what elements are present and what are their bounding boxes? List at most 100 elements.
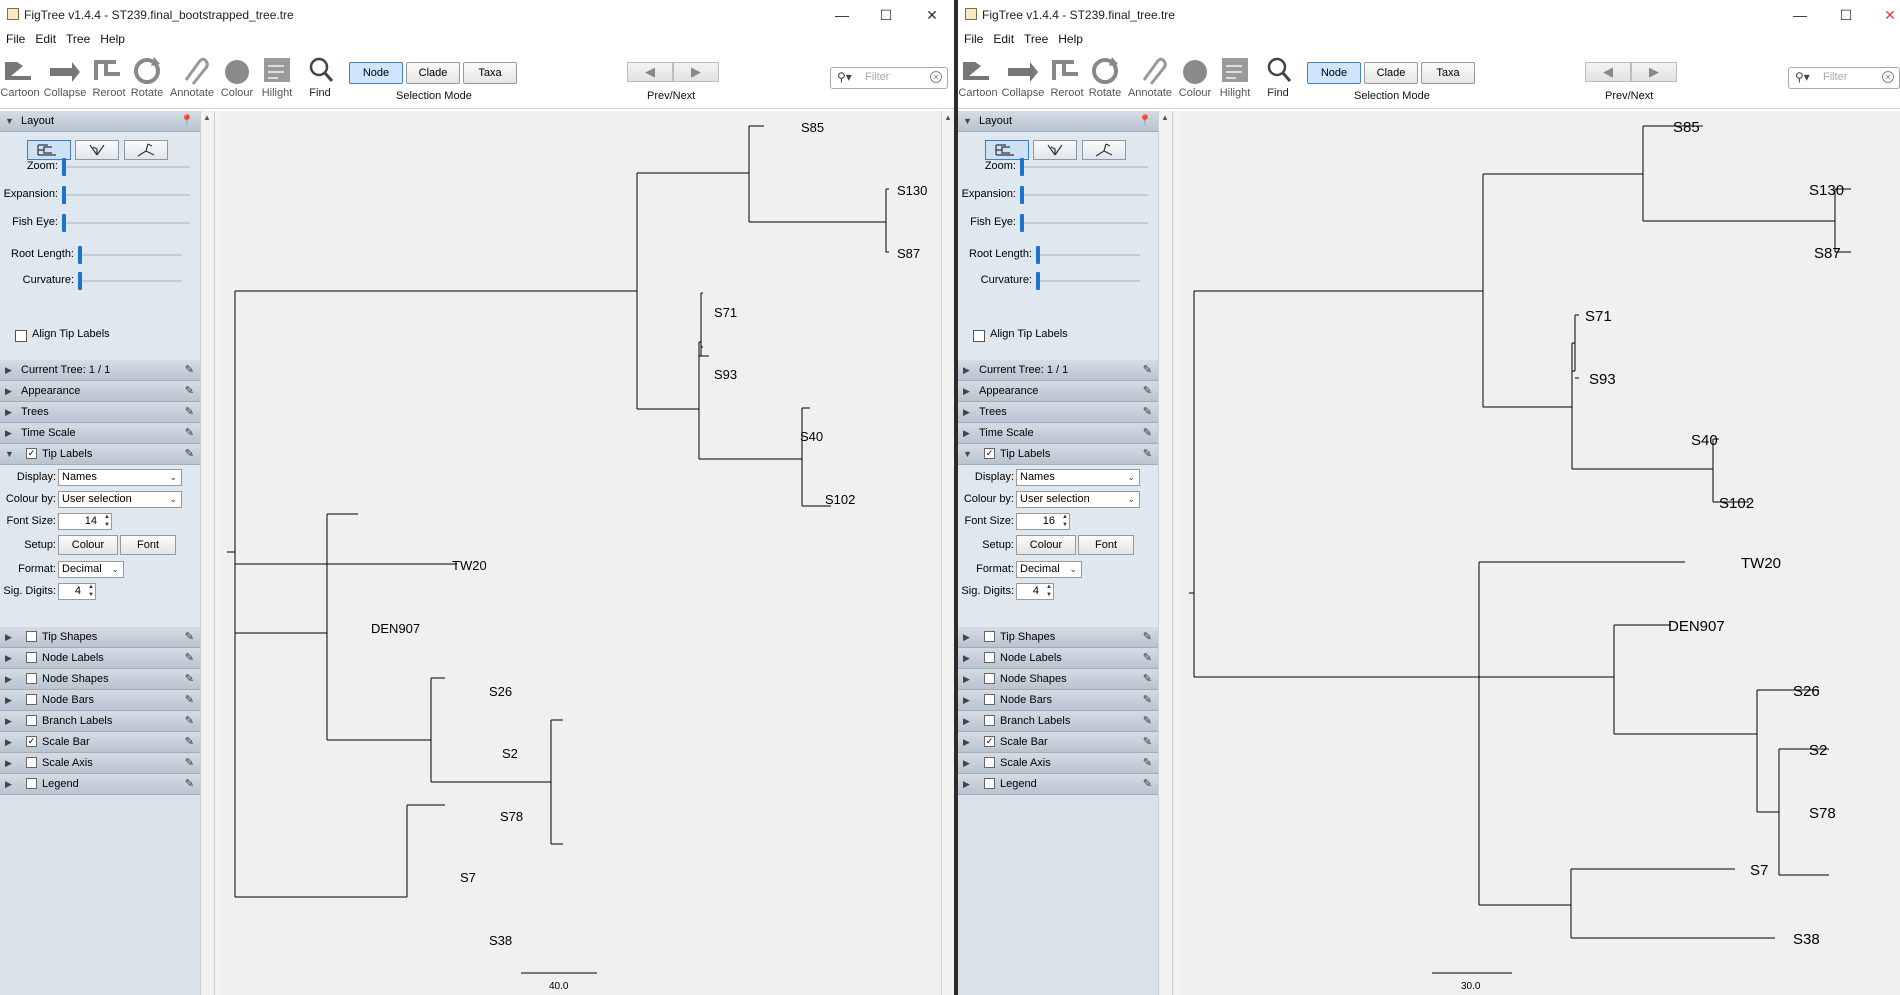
section-checkbox[interactable] — [26, 715, 37, 726]
mode-clade-button[interactable]: Clade — [406, 62, 460, 84]
scale-axis-header[interactable]: ▶ Scale Axis ✎ — [958, 753, 1158, 774]
pin-icon[interactable]: ✎ — [1143, 690, 1152, 710]
pin-icon[interactable]: ✎ — [185, 381, 194, 401]
align-tip-labels-checkbox[interactable] — [973, 330, 985, 342]
spin-down-icon[interactable]: ▼ — [1046, 592, 1052, 599]
pin-icon[interactable]: 📍 — [1138, 111, 1152, 131]
fisheye-slider[interactable] — [1020, 214, 1148, 232]
maximize-button[interactable]: ☐ — [1824, 2, 1868, 28]
annotate-button[interactable]: Annotate — [169, 54, 215, 99]
pin-icon[interactable]: ✎ — [1143, 711, 1152, 731]
pin-icon[interactable]: ✎ — [1143, 381, 1152, 401]
spin-up-icon[interactable]: ▲ — [88, 584, 94, 591]
tip-label[interactable]: S78 — [500, 809, 523, 824]
tip-label[interactable]: S7 — [460, 870, 476, 885]
rectangular-layout-button[interactable] — [27, 140, 71, 160]
annotate-button[interactable]: Annotate — [1127, 54, 1173, 99]
tip-label[interactable]: S85 — [801, 120, 824, 135]
sig-digits-spinner[interactable]: 4 ▲ ▼ — [58, 583, 96, 600]
zoom-slider[interactable] — [1020, 158, 1148, 176]
expansion-slider-thumb[interactable] — [62, 186, 66, 204]
pin-icon[interactable]: ✎ — [185, 774, 194, 794]
root-length-slider[interactable] — [1036, 246, 1140, 264]
node-bars-header[interactable]: ▶ Node Bars ✎ — [958, 690, 1158, 711]
zoom-slider-thumb[interactable] — [62, 158, 66, 176]
layout-section-header[interactable]: ▼ Layout 📍 — [958, 111, 1158, 132]
time-scale-header[interactable]: ▶ Time Scale ✎ — [958, 423, 1158, 444]
branch-labels-header[interactable]: ▶ Branch Labels ✎ — [958, 711, 1158, 732]
pin-icon[interactable]: ✎ — [185, 360, 194, 380]
spin-down-icon[interactable]: ▼ — [88, 592, 94, 599]
node-shapes-header[interactable]: ▶ Node Shapes ✎ — [958, 669, 1158, 690]
section-checkbox[interactable] — [984, 715, 995, 726]
menu-help[interactable]: Help — [1052, 30, 1087, 46]
tip-label[interactable]: S71 — [714, 305, 737, 320]
format-select[interactable]: Decimal ⌄ — [1016, 561, 1082, 578]
colour-setup-button[interactable]: Colour — [1016, 535, 1076, 555]
section-checkbox[interactable]: ✓ — [26, 736, 37, 747]
scroll-up-arrow-icon[interactable]: ▲ — [1161, 113, 1169, 122]
curvature-slider[interactable] — [1036, 272, 1140, 290]
find-button[interactable]: Find — [1255, 54, 1301, 99]
pin-icon[interactable]: ✎ — [1143, 669, 1152, 689]
section-checkbox[interactable] — [984, 652, 995, 663]
fisheye-slider-thumb[interactable] — [1020, 214, 1024, 232]
scale-bar-header[interactable]: ▶ ✓ Scale Bar ✎ — [958, 732, 1158, 753]
node-bars-header[interactable]: ▶ Node Bars ✎ — [0, 690, 200, 711]
tip-labels-header[interactable]: ▼ ✓ Tip Labels ✎ — [0, 444, 200, 465]
tip-label[interactable]: DEN907 — [1668, 618, 1725, 635]
section-checkbox[interactable] — [984, 778, 995, 789]
next-arrow-icon[interactable]: ▶ — [673, 62, 719, 82]
menu-tree[interactable]: Tree — [60, 30, 94, 46]
tip-label[interactable]: DEN907 — [371, 621, 420, 636]
tip-label[interactable]: S130 — [1809, 182, 1844, 199]
tip-label[interactable]: TW20 — [1741, 555, 1781, 572]
spin-up-icon[interactable]: ▲ — [1062, 514, 1068, 521]
filter-input[interactable]: ⚲▾ Filter × — [1788, 67, 1900, 89]
clear-filter-icon[interactable]: × — [1882, 71, 1894, 83]
cartoon-button[interactable]: Cartoon — [958, 54, 1001, 99]
pin-icon[interactable]: ✎ — [1143, 627, 1152, 647]
root-length-slider-thumb[interactable] — [1036, 246, 1040, 264]
branch-labels-header[interactable]: ▶ Branch Labels ✎ — [0, 711, 200, 732]
pin-icon[interactable]: ✎ — [1143, 423, 1152, 443]
mode-taxa-button[interactable]: Taxa — [1421, 62, 1475, 84]
section-checkbox[interactable] — [26, 652, 37, 663]
spin-down-icon[interactable]: ▼ — [104, 522, 110, 529]
tip-label[interactable]: S2 — [1809, 742, 1827, 759]
tip-label[interactable]: S87 — [897, 246, 920, 261]
pin-icon[interactable]: 📍 — [180, 111, 194, 131]
tree-canvas[interactable]: S85 S130 S87 S71 S93 S40 S102 TW20 DEN90… — [221, 111, 954, 995]
root-length-slider-thumb[interactable] — [78, 246, 82, 264]
canvas-scrollbar[interactable]: ▲ — [941, 111, 954, 995]
section-checkbox[interactable] — [26, 694, 37, 705]
hilight-button[interactable]: Hilight — [1212, 54, 1258, 99]
menu-file[interactable]: File — [0, 30, 29, 46]
prev-arrow-icon[interactable]: ◀ — [627, 62, 673, 82]
node-labels-header[interactable]: ▶ Node Labels ✎ — [958, 648, 1158, 669]
tip-label[interactable]: S7 — [1750, 862, 1768, 879]
cartoon-button[interactable]: Cartoon — [0, 54, 43, 99]
tip-label[interactable]: S38 — [1793, 931, 1820, 948]
section-checkbox[interactable] — [26, 673, 37, 684]
section-checkbox[interactable] — [26, 631, 37, 642]
pin-icon[interactable]: ✎ — [185, 402, 194, 422]
pin-icon[interactable]: ✎ — [1143, 774, 1152, 794]
display-select[interactable]: Names ⌄ — [1016, 469, 1140, 486]
pin-icon[interactable]: ✎ — [1143, 753, 1152, 773]
appearance-header[interactable]: ▶ Appearance ✎ — [0, 381, 200, 402]
polar-layout-button[interactable] — [1033, 140, 1077, 160]
minimize-button[interactable]: — — [820, 2, 864, 28]
root-length-slider[interactable] — [78, 246, 182, 264]
tip-labels-checkbox[interactable]: ✓ — [26, 448, 37, 459]
find-button[interactable]: Find — [297, 54, 343, 99]
tip-shapes-header[interactable]: ▶ Tip Shapes ✎ — [958, 627, 1158, 648]
sig-digits-spinner[interactable]: 4 ▲ ▼ — [1016, 583, 1054, 600]
section-checkbox[interactable] — [26, 778, 37, 789]
section-checkbox[interactable]: ✓ — [984, 736, 995, 747]
spin-up-icon[interactable]: ▲ — [1046, 584, 1052, 591]
pin-icon[interactable]: ✎ — [185, 627, 194, 647]
pin-icon[interactable]: ✎ — [185, 423, 194, 443]
pin-icon[interactable]: ✎ — [185, 648, 194, 668]
pin-icon[interactable]: ✎ — [185, 669, 194, 689]
